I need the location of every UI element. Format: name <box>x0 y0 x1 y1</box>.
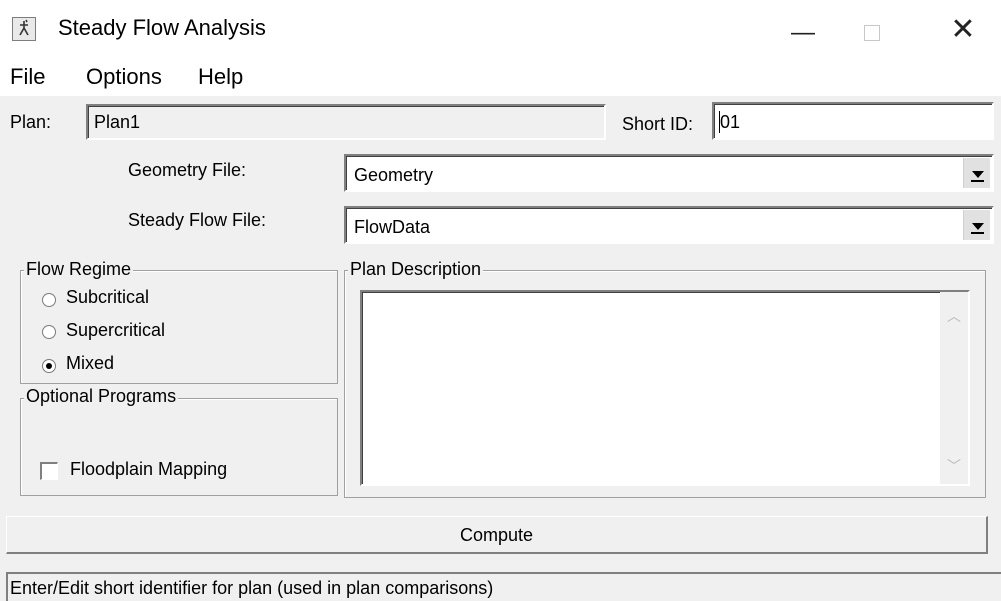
supercritical-label: Supercritical <box>66 320 166 340</box>
menu-options[interactable]: Options <box>86 64 162 90</box>
description-scrollbar[interactable]: ︿ ﹀ <box>940 292 968 484</box>
optional-programs-group <box>20 398 338 496</box>
mixed-label: Mixed <box>66 353 115 373</box>
floodplain-mapping-checkbox[interactable] <box>40 462 58 480</box>
plan-description-title: Plan Description <box>348 259 484 280</box>
chevron-down-icon[interactable] <box>963 158 990 188</box>
menu-help[interactable]: Help <box>198 64 243 90</box>
geometry-file-value: Geometry <box>354 165 434 185</box>
steady-flow-file-value: FlowData <box>354 217 431 237</box>
scroll-down-icon[interactable]: ﹀ <box>946 456 962 474</box>
supercritical-radio[interactable] <box>42 325 56 339</box>
plan-description-textarea[interactable]: ︿ ﹀ <box>360 290 970 486</box>
subcritical-radio[interactable] <box>42 293 56 307</box>
steady-flow-file-select[interactable]: FlowData <box>344 206 994 244</box>
menu-file[interactable]: File <box>10 64 45 90</box>
menu-bar: File Options Help <box>0 62 1001 96</box>
mixed-radio[interactable] <box>42 359 56 373</box>
steady-flow-file-label: Steady Flow File: <box>128 210 267 230</box>
geometry-file-select[interactable]: Geometry <box>344 154 994 192</box>
maximize-button[interactable] <box>850 18 900 48</box>
window-title: Steady Flow Analysis <box>58 15 266 40</box>
short-id-input[interactable]: 01 <box>712 102 994 140</box>
short-id-value: 01 <box>720 112 741 132</box>
chevron-down-icon[interactable] <box>963 210 990 240</box>
title-bar: Steady Flow Analysis — ✕ <box>0 0 1001 62</box>
plan-name-value: Plan1 <box>94 112 141 132</box>
status-text: Enter/Edit short identifier for plan (us… <box>10 578 494 598</box>
short-id-label: Short ID: <box>622 114 694 134</box>
minimize-button[interactable]: — <box>778 18 828 48</box>
floodplain-mapping-label: Floodplain Mapping <box>70 459 228 479</box>
optional-programs-title: Optional Programs <box>24 386 179 407</box>
app-runner-icon[interactable] <box>12 17 36 41</box>
plan-name-field[interactable]: Plan1 <box>86 104 606 140</box>
status-bar: Enter/Edit short identifier for plan (us… <box>6 572 1001 601</box>
maximize-icon <box>864 25 880 41</box>
subcritical-label: Subcritical <box>66 287 150 307</box>
close-button[interactable]: ✕ <box>938 10 988 50</box>
flow-regime-title: Flow Regime <box>24 259 134 280</box>
plan-label: Plan: <box>10 112 52 132</box>
geometry-file-label: Geometry File: <box>128 160 247 180</box>
compute-button[interactable]: Compute <box>6 516 988 554</box>
scroll-up-icon[interactable]: ︿ <box>946 306 962 324</box>
